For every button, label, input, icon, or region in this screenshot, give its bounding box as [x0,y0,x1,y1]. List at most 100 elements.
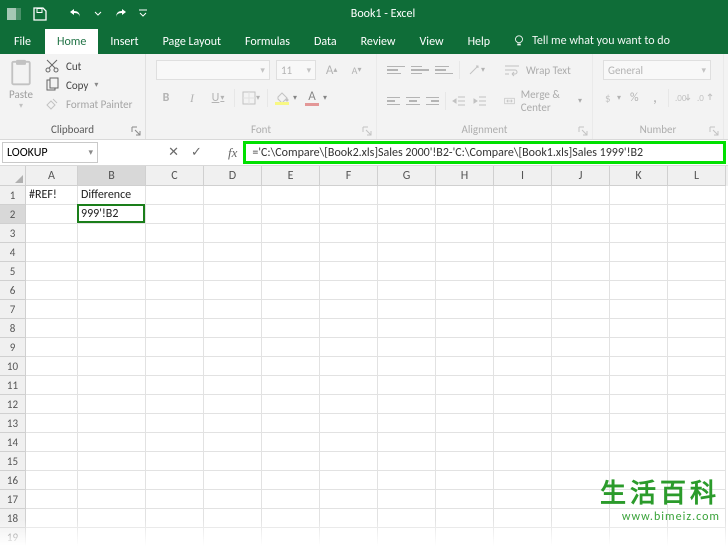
redo-icon[interactable] [112,6,128,22]
col-header[interactable]: F [320,166,378,186]
row-header[interactable]: 4 [0,243,26,262]
cell[interactable] [436,300,494,319]
cell[interactable] [436,338,494,357]
cell[interactable] [204,262,262,281]
cell[interactable]: #REF! [26,186,78,205]
cell[interactable] [494,452,552,471]
tab-page-layout[interactable]: Page Layout [151,29,233,54]
cell[interactable] [262,471,320,490]
cell[interactable] [494,376,552,395]
cell[interactable] [146,471,204,490]
cell[interactable] [610,433,668,452]
decrease-font-button[interactable]: A▾ [347,60,366,80]
cell[interactable] [26,471,78,490]
cell[interactable] [26,205,78,224]
cell[interactable] [204,186,262,205]
cell[interactable] [78,281,146,300]
borders-button[interactable]: ▾ [241,88,261,108]
cell[interactable]: Difference [78,186,146,205]
cell[interactable] [552,205,610,224]
cell[interactable] [494,490,552,509]
cell[interactable] [378,205,436,224]
cell[interactable] [78,452,146,471]
cell[interactable] [320,452,378,471]
cut-button[interactable]: Cut [44,58,132,74]
cell[interactable] [378,319,436,338]
row-header[interactable]: 3 [0,224,26,243]
cell[interactable] [262,414,320,433]
cell[interactable] [552,300,610,319]
cell[interactable] [436,357,494,376]
cell[interactable] [610,300,668,319]
decrease-indent-button[interactable] [452,91,467,111]
cell[interactable] [78,357,146,376]
cell[interactable] [146,300,204,319]
cell[interactable] [146,186,204,205]
col-header[interactable]: B [78,166,146,186]
cell[interactable] [320,281,378,300]
dialog-launcher-icon[interactable] [131,126,141,136]
cell[interactable] [378,395,436,414]
cell[interactable] [610,224,668,243]
cell[interactable] [436,186,494,205]
cell[interactable] [262,300,320,319]
cell[interactable] [436,224,494,243]
cell[interactable] [146,281,204,300]
cell[interactable] [378,357,436,376]
tab-review[interactable]: Review [349,29,408,54]
cell[interactable] [146,490,204,509]
cell[interactable] [26,262,78,281]
cell[interactable] [552,395,610,414]
cell[interactable] [26,376,78,395]
cell[interactable] [204,376,262,395]
cell[interactable] [320,243,378,262]
cell[interactable] [668,414,726,433]
cell[interactable] [204,357,262,376]
cell[interactable] [610,186,668,205]
cell[interactable] [436,414,494,433]
cell[interactable] [668,376,726,395]
row-header[interactable]: 9 [0,338,26,357]
copy-button[interactable]: Copy ▾ [44,77,132,93]
cell[interactable] [378,490,436,509]
cell[interactable] [552,224,610,243]
cancel-button[interactable]: ✕ [168,145,179,160]
cell[interactable] [320,414,378,433]
cell[interactable] [494,205,552,224]
cell[interactable] [320,490,378,509]
row-header[interactable]: 8 [0,319,26,338]
save-icon[interactable] [32,6,48,22]
cell[interactable] [668,224,726,243]
undo-dropdown-icon[interactable] [94,6,102,22]
cell[interactable] [610,281,668,300]
align-left-button[interactable] [387,93,400,109]
cell[interactable] [26,414,78,433]
cell[interactable] [552,262,610,281]
font-color-button[interactable]: A ▾ [303,91,327,106]
cell[interactable] [610,357,668,376]
cell[interactable] [146,243,204,262]
underline-button[interactable]: U▾ [208,88,228,108]
cell[interactable] [146,319,204,338]
undo-icon[interactable] [68,6,84,22]
cell[interactable] [78,395,146,414]
cell[interactable] [610,205,668,224]
cell[interactable] [494,471,552,490]
cell[interactable] [204,281,262,300]
cell[interactable] [146,262,204,281]
cell[interactable] [78,414,146,433]
cell[interactable] [146,357,204,376]
italic-button[interactable]: I [182,88,202,108]
cell[interactable] [378,452,436,471]
cell[interactable] [320,357,378,376]
align-center-button[interactable] [406,93,419,109]
col-header[interactable]: J [552,166,610,186]
cell[interactable] [320,433,378,452]
cell[interactable] [146,224,204,243]
comma-button[interactable]: , [648,88,663,108]
cell[interactable] [378,262,436,281]
accounting-format-button[interactable]: $▾ [603,88,621,108]
cell[interactable] [610,395,668,414]
cell[interactable] [204,243,262,262]
font-size-combo[interactable]: 11▾ [276,60,316,80]
